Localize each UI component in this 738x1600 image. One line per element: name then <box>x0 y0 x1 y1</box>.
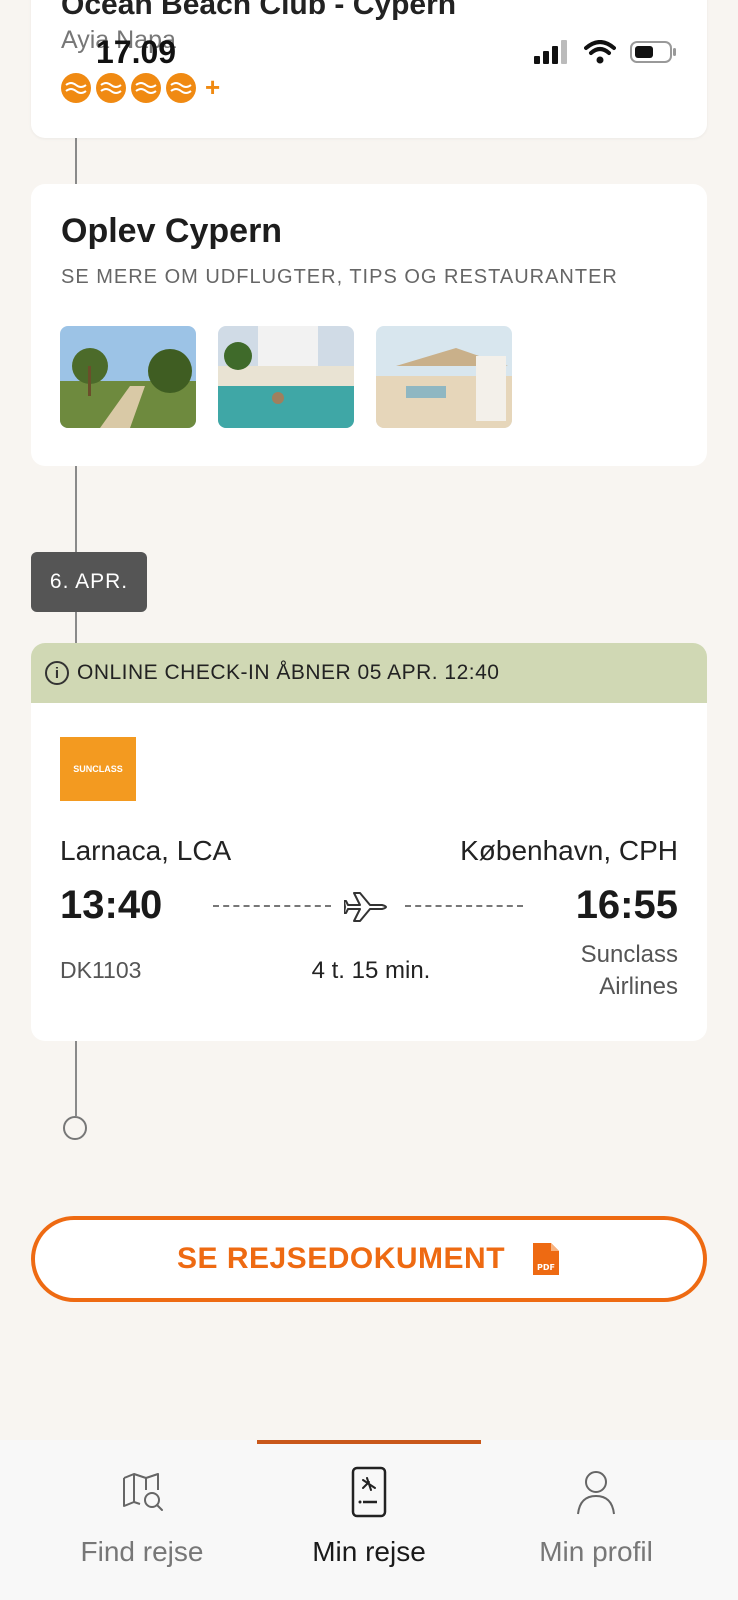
checkin-banner[interactable]: i ONLINE CHECK-IN ÅBNER 05 APR. 12:40 <box>31 643 707 703</box>
nav-min-profil[interactable]: Min profil <box>484 1440 708 1600</box>
timeline-line <box>75 138 77 184</box>
nav-label: Find rejse <box>80 1536 204 1567</box>
carrier-name: Sunclass Airlines <box>580 941 678 1000</box>
flight-duration: 4 t. 15 min. <box>311 957 431 984</box>
explore-thumbnail-path[interactable] <box>60 326 196 428</box>
explore-thumbnail-cabana[interactable] <box>376 326 512 428</box>
status-bar: 17.09 <box>0 0 738 110</box>
nav-label: Min rejse <box>312 1536 426 1567</box>
flight-number: DK1103 <box>60 957 142 983</box>
timeline-end-dot <box>63 1116 87 1140</box>
timeline-line <box>75 1041 77 1116</box>
battery-icon <box>630 41 676 63</box>
svg-text:PDF: PDF <box>537 1263 555 1272</box>
boarding-pass-icon <box>351 1466 387 1518</box>
map-search-icon <box>123 1473 163 1511</box>
timeline-line <box>75 466 77 552</box>
nav-find-rejse[interactable]: Find rejse <box>30 1440 254 1600</box>
status-time: 17.09 <box>96 34 177 70</box>
explore-title: Oplev Cypern <box>61 212 283 250</box>
bottom-nav: Find rejse Min rejse Min profil <box>0 1440 738 1600</box>
departure-city: Larnaca, LCA <box>60 835 232 866</box>
profile-icon <box>577 1471 615 1515</box>
status-icons <box>534 40 678 64</box>
travel-document-button[interactable]: SE REJSEDOKUMENT PDF <box>31 1216 707 1302</box>
nav-label: Min profil <box>539 1536 653 1567</box>
flight-card[interactable]: i ONLINE CHECK-IN ÅBNER 05 APR. 12:40 SU… <box>31 643 707 1041</box>
arrival-city: København, CPH <box>460 835 678 866</box>
nav-min-rejse[interactable]: Min rejse <box>257 1440 481 1600</box>
airline-logo: SUNCLASS <box>60 737 136 801</box>
route-dash <box>405 905 523 907</box>
date-badge: 6. APR. <box>31 552 147 612</box>
arrival-time: 16:55 <box>575 883 678 927</box>
departure-time: 13:40 <box>60 883 163 927</box>
travel-document-label: SE REJSEDOKUMENT <box>176 1242 506 1275</box>
plane-icon <box>344 892 387 922</box>
pdf-icon: PDF <box>533 1243 560 1275</box>
explore-card[interactable]: Oplev Cypern SE MERE OM UDFLUGTER, TIPS … <box>31 184 707 466</box>
explore-subtitle: SE MERE OM UDFLUGTER, TIPS OG RESTAURANT… <box>61 266 618 288</box>
info-icon: i <box>45 661 69 685</box>
timeline-line <box>75 612 77 643</box>
signal-icon <box>534 40 567 64</box>
route-dash <box>213 905 331 907</box>
wifi-icon <box>584 40 616 64</box>
checkin-text: ONLINE CHECK-IN ÅBNER 05 APR. 12:40 <box>77 661 500 684</box>
explore-thumbnail-beach[interactable] <box>218 326 354 428</box>
